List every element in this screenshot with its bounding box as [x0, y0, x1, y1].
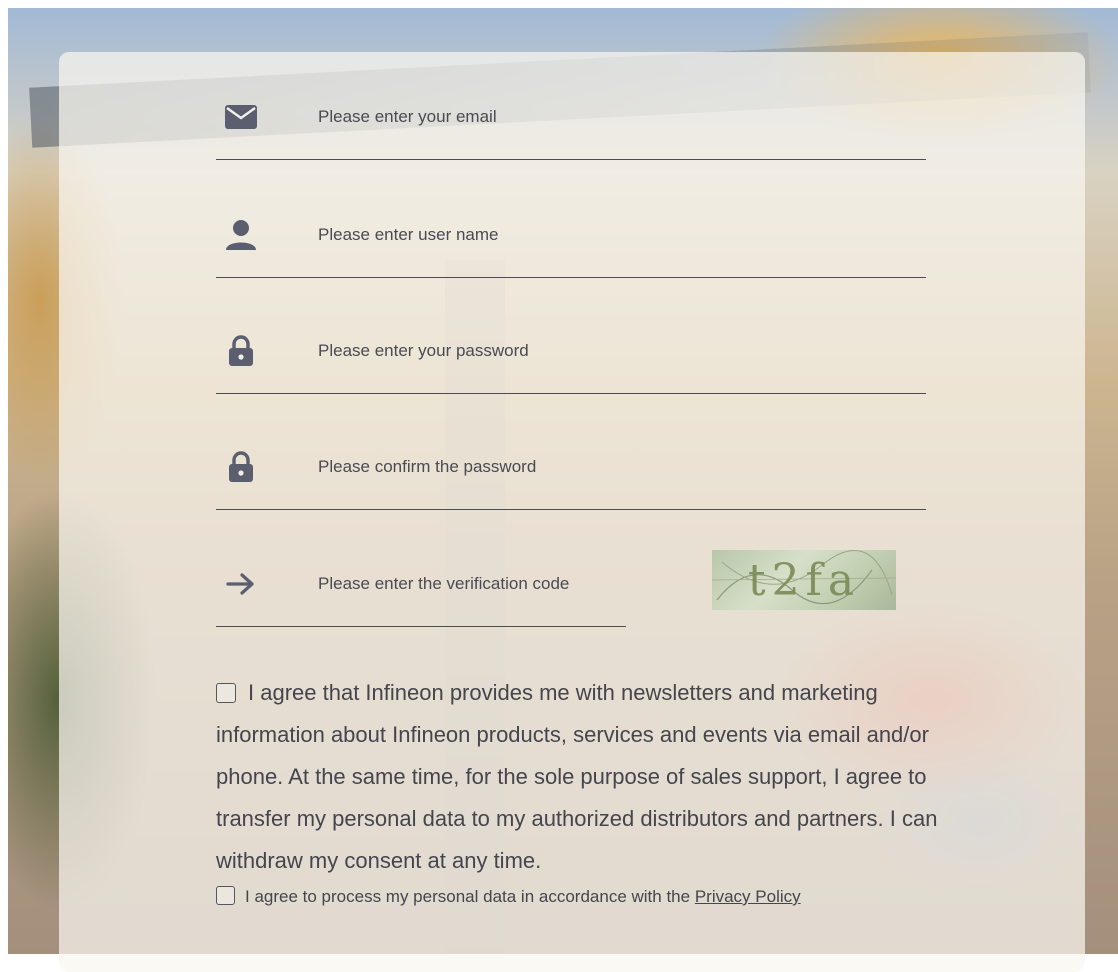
marketing-consent-checkbox[interactable] [216, 683, 236, 703]
email-field-row [216, 48, 926, 160]
confirm-password-input[interactable] [318, 450, 878, 484]
lock-icon [224, 334, 258, 368]
verification-field-row [216, 515, 626, 627]
password-field-row [216, 282, 926, 394]
marketing-consent-text: I agree that Infineon provides me with n… [216, 680, 938, 873]
privacy-consent-checkbox[interactable] [216, 886, 235, 905]
privacy-consent: I agree to process my personal data in a… [216, 884, 956, 910]
lock-icon [224, 450, 258, 484]
captcha-text: t2fa [747, 554, 861, 606]
page-edge-top [0, 0, 1118, 8]
confirm-password-field-row [216, 398, 926, 510]
privacy-consent-text: I agree to process my personal data in a… [245, 887, 691, 906]
verification-code-input[interactable] [318, 567, 618, 601]
username-input[interactable] [318, 218, 878, 252]
envelope-icon [224, 100, 258, 134]
username-field-row [216, 166, 926, 278]
marketing-consent: I agree that Infineon provides me with n… [216, 672, 956, 882]
privacy-policy-link[interactable]: Privacy Policy [695, 887, 801, 906]
email-input[interactable] [318, 100, 878, 134]
user-icon [224, 218, 258, 252]
arrow-right-icon [224, 567, 258, 601]
password-input[interactable] [318, 334, 878, 368]
captcha-image[interactable]: t2fa [712, 550, 896, 610]
page-edge-left [0, 0, 8, 954]
